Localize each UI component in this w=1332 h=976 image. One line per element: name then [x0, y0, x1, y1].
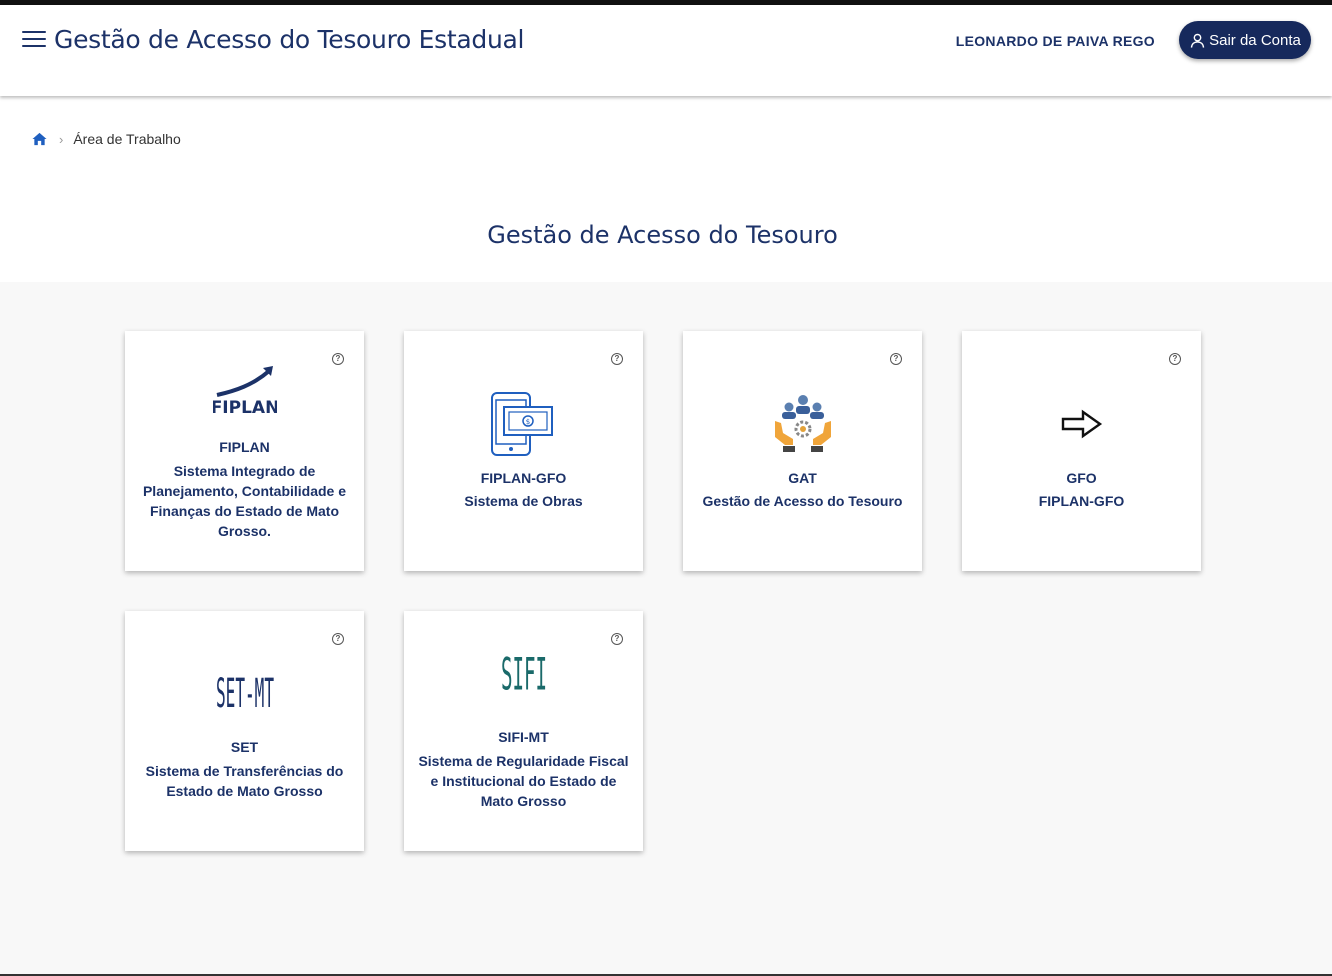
card-sifi-mt[interactable]: ? SIFI SIFI-MT Sistema de Regularidade F…	[404, 611, 643, 851]
card-title: SET	[230, 739, 259, 755]
help-icon[interactable]: ?	[890, 353, 902, 365]
team-gear-icon	[683, 393, 922, 453]
breadcrumb-current: Área de Trabalho	[73, 131, 181, 147]
svg-text:$: $	[525, 418, 529, 426]
help-icon[interactable]: ?	[332, 633, 344, 645]
card-set[interactable]: ? SET-MT SET Sistema de Transferências d…	[125, 611, 364, 851]
page-heading: Gestão de Acesso do Tesouro	[487, 221, 838, 249]
content-area: ? FIPLAN FIPLAN Sistema Integrado de Pla…	[0, 282, 1332, 976]
help-icon[interactable]: ?	[332, 353, 344, 365]
svg-text:SET-MT: SET-MT	[216, 670, 274, 713]
user-name: LEONARDO DE PAIVA REGO	[955, 33, 1155, 49]
help-icon[interactable]: ?	[611, 353, 623, 365]
card-title: FIPLAN	[219, 439, 270, 455]
app-header: Gestão de Acesso do Tesouro Estadual LEO…	[0, 5, 1332, 96]
breadcrumb: › Área de Trabalho	[32, 131, 181, 147]
logout-label: Sair da Conta	[1209, 31, 1301, 49]
logout-button[interactable]: Sair da Conta	[1179, 21, 1311, 59]
help-icon[interactable]: ?	[611, 633, 623, 645]
card-description: Sistema de Regularidade Fiscal e Institu…	[418, 753, 629, 809]
card-description: Gestão de Acesso do Tesouro	[702, 493, 903, 509]
card-description: Sistema de Obras	[464, 493, 583, 509]
hamburger-menu-icon[interactable]	[22, 31, 46, 51]
card-description: Sistema de Transferências do Estado de M…	[145, 763, 344, 799]
user-icon	[1190, 33, 1205, 48]
card-title: GAT	[788, 470, 817, 486]
sifi-logo: SIFI	[404, 649, 643, 701]
card-fiplan-gfo[interactable]: ? $ FIPLAN-GFO Sistema de Obras	[404, 331, 643, 571]
chevron-right-icon: ›	[59, 131, 64, 147]
svg-text:SIFI: SIFI	[501, 649, 547, 701]
help-icon[interactable]: ?	[1169, 353, 1181, 365]
fiplan-logo: FIPLAN	[125, 365, 364, 417]
card-fiplan[interactable]: ? FIPLAN FIPLAN Sistema Integrado de Pla…	[125, 331, 364, 571]
card-title: SIFI-MT	[498, 729, 549, 745]
card-description: FIPLAN-GFO	[1038, 493, 1125, 509]
app-title: Gestão de Acesso do Tesouro Estadual	[54, 25, 525, 54]
card-description: Sistema Integrado de Planejamento, Conta…	[142, 463, 347, 539]
card-gat[interactable]: ? GAT Gestão de Acesso do Tesouro	[683, 331, 922, 571]
home-icon[interactable]	[32, 132, 47, 146]
card-gfo[interactable]: ? GFO FIPLAN-GFO	[962, 331, 1201, 571]
mobile-payment-icon: $	[404, 391, 643, 457]
svg-text:FIPLAN: FIPLAN	[213, 398, 277, 417]
arrow-right-icon	[962, 409, 1201, 439]
card-title: FIPLAN-GFO	[480, 470, 567, 486]
set-mt-logo: SET-MT	[125, 669, 364, 713]
card-title: GFO	[1066, 470, 1097, 486]
